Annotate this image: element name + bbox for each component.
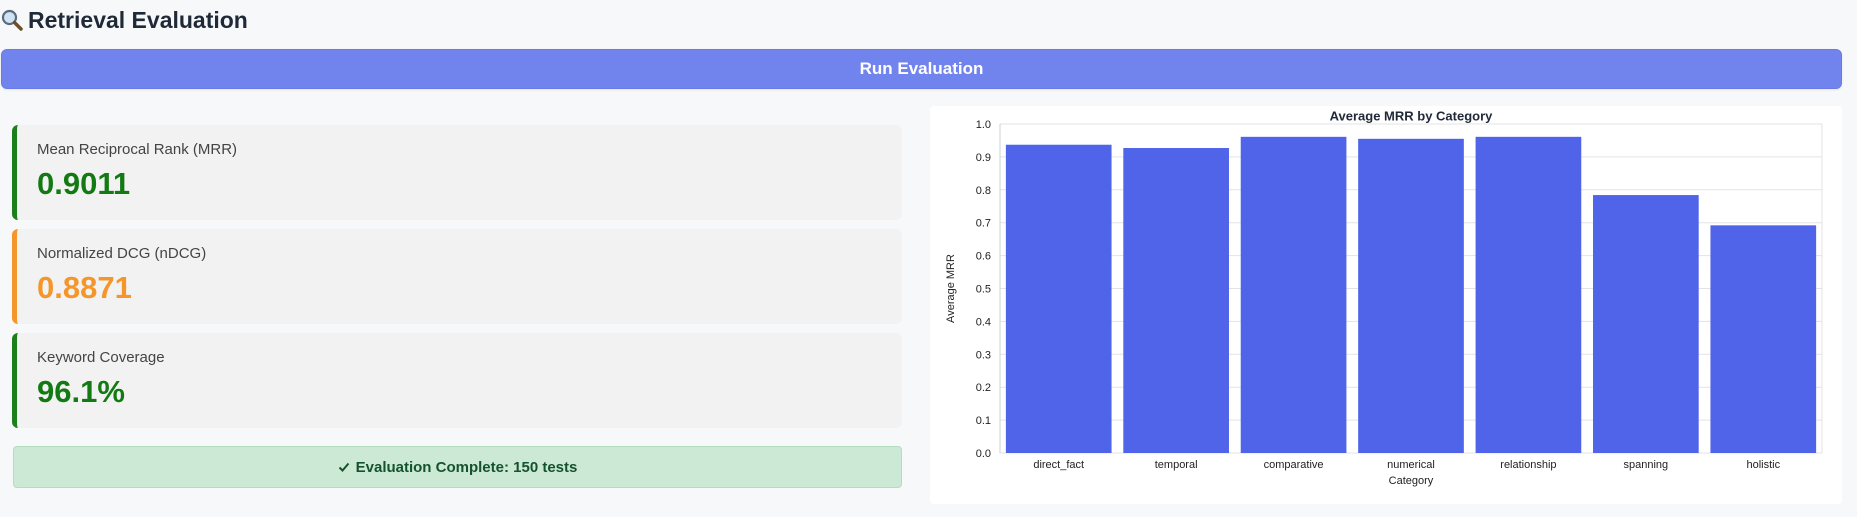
metric-value: 96.1% [37,374,125,409]
x-tick-label: relationship [1500,459,1556,471]
y-tick-label: 0.9 [976,152,991,164]
x-tick-label: temporal [1155,459,1198,471]
bar-relationship [1475,136,1582,453]
metric-label: Normalized DCG (nDCG) [37,245,207,262]
y-tick-label: 0.7 [976,218,991,230]
mrr-by-category-chart: Average MRR by Category 0.0 0.1 0.2 0.3 0.4 0.… [930,106,1842,504]
chart-title: Average MRR by Category [1330,109,1494,124]
bar-numerical [1358,138,1464,453]
evaluation-status-banner: Evaluation Complete: 150 tests [13,446,902,488]
bar-direct_fact [1005,144,1112,454]
x-tick-label: comparative [1264,459,1324,471]
y-axis-label: Average MRR [945,254,957,323]
mrr-metric-card: Mean Reciprocal Rank (MRR) 0.9011 [12,125,902,220]
y-tick-label: 0.4 [976,316,991,328]
x-tick-label: direct_fact [1033,459,1084,471]
checkmark-icon [338,462,349,472]
x-axis-label: Category [1389,475,1434,487]
x-tick-label: holistic [1746,459,1780,471]
y-tick-label: 0.2 [976,382,991,394]
bar-comparative [1240,136,1347,453]
metric-value: 0.9011 [37,166,131,201]
y-tick-label: 0.3 [976,349,991,361]
run-evaluation-button[interactable]: Run Evaluation [1,49,1842,89]
page-header: Retrieval Evaluation [0,4,248,36]
magnifying-glass-icon [1,9,23,31]
bar-temporal [1123,148,1229,453]
status-text: Evaluation Complete: 150 tests [355,458,578,476]
y-tick-label: 1.0 [976,119,991,131]
y-tick-label: 0.0 [976,448,991,460]
ndcg-metric-card: Normalized DCG (nDCG) 0.8871 [12,229,902,324]
y-tick-label: 0.6 [976,251,991,263]
page-title: Retrieval Evaluation [28,6,248,33]
keyword-coverage-metric-card: Keyword Coverage 96.1% [12,333,902,428]
metric-label: Mean Reciprocal Rank (MRR) [37,141,238,158]
x-tick-label: numerical [1387,459,1435,471]
x-tick-label: spanning [1624,459,1669,471]
y-tick-label: 0.1 [976,415,991,427]
metric-label: Keyword Coverage [37,349,165,366]
bar-spanning [1593,195,1699,453]
metric-value: 0.8871 [37,270,132,305]
y-tick-label: 0.8 [976,185,991,197]
bar-chart-svg: Average MRR by Category 0.0 0.1 0.2 0.3 0.4 0.… [945,109,1823,487]
bar-holistic [1710,225,1817,453]
y-tick-label: 0.5 [976,284,991,296]
